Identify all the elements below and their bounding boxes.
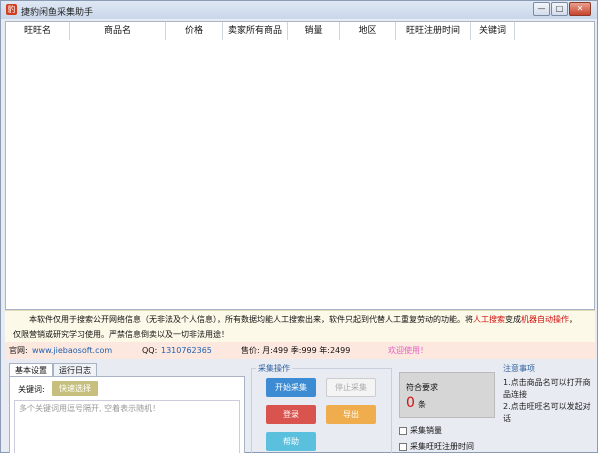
- disclaimer-notice: 本软件仅用于搜索公开网络信息（无非法及个人信息），所有数据均能人工搜索出来，软件…: [5, 310, 595, 342]
- matched-title: 符合要求: [406, 383, 438, 392]
- info-bar: 官网: www.jiebaosoft.com QQ: 1310762365 售价…: [5, 342, 595, 359]
- welcome-text: 欢迎使用！: [388, 346, 428, 355]
- matched-count: 0: [406, 395, 415, 411]
- collect-ops-title: 采集操作: [256, 363, 292, 374]
- col-region[interactable]: 地区: [340, 22, 396, 40]
- qq-label: QQ:: [142, 346, 158, 355]
- settings-tabs: 基本设置 运行日志: [9, 363, 97, 377]
- table-header: 旺旺名 商品名 价格 卖家所有商品 销量 地区 旺旺注册时间 关键词: [6, 22, 515, 40]
- start-collect-button[interactable]: 开始采集: [266, 378, 316, 397]
- collect-register-time-checkbox[interactable]: 采集旺旺注册时间: [399, 441, 474, 452]
- checkbox-icon[interactable]: [399, 426, 407, 435]
- keyword-textarea[interactable]: 多个关键词用逗号隔开, 空着表示随机！: [14, 400, 240, 453]
- collect-sales-checkbox[interactable]: 采集销量: [399, 425, 442, 436]
- price-info: 售价: 月:499 季:999 年:2499: [241, 346, 351, 355]
- col-wangwang-name[interactable]: 旺旺名: [6, 22, 70, 40]
- col-product-name[interactable]: 商品名: [70, 22, 166, 40]
- window-title: 捷豹闲鱼采集助手: [21, 8, 94, 18]
- matched-unit: 条: [418, 400, 426, 409]
- tab-basic-settings[interactable]: 基本设置: [9, 363, 53, 377]
- notice-line-1: 本软件仅用于搜索公开网络信息（无非法及个人信息），所有数据均能人工搜索出来，软件…: [29, 315, 577, 324]
- app-logo-icon: 豹: [6, 4, 17, 15]
- maximize-button[interactable]: □: [551, 2, 568, 16]
- website-link[interactable]: www.jiebaosoft.com: [32, 342, 112, 359]
- stop-collect-button[interactable]: 停止采集: [326, 378, 376, 397]
- basic-settings-panel: 关键词: 快速选择 多个关键词用逗号隔开, 空着表示随机！: [9, 376, 245, 453]
- quick-select-button[interactable]: 快速选择: [52, 381, 98, 396]
- col-seller-products[interactable]: 卖家所有商品: [223, 22, 288, 40]
- notes-title: 注意事项: [503, 364, 535, 373]
- keyword-label: 关键词:: [18, 385, 45, 394]
- website-label: 官网:: [9, 346, 28, 355]
- matched-count-box: 符合要求 0 条: [399, 372, 495, 418]
- qq-number: 1310762365: [161, 346, 212, 355]
- col-register-time[interactable]: 旺旺注册时间: [396, 22, 471, 40]
- collect-ops-group: 采集操作 开始采集 停止采集 登录 导出 帮助: [251, 363, 392, 453]
- help-button[interactable]: 帮助: [266, 432, 316, 451]
- results-table[interactable]: 旺旺名 商品名 价格 卖家所有商品 销量 地区 旺旺注册时间 关键词: [5, 21, 595, 310]
- checkbox-icon[interactable]: [399, 442, 407, 451]
- app-window: 豹 捷豹闲鱼采集助手 — □ ✕ 旺旺名 商品名 价格 卖家所有商品 销量 地区…: [0, 0, 598, 453]
- login-button[interactable]: 登录: [266, 405, 316, 424]
- notes-panel: 注意事项 1.点击商品名可以打开商品连接 2.点击旺旺名可以发起对话: [503, 363, 595, 453]
- title-bar: 豹 捷豹闲鱼采集助手 — □ ✕: [1, 1, 597, 19]
- close-button[interactable]: ✕: [569, 2, 591, 16]
- col-keyword[interactable]: 关键词: [471, 22, 515, 40]
- export-button[interactable]: 导出: [326, 405, 376, 424]
- col-sales[interactable]: 销量: [288, 22, 340, 40]
- tab-run-log[interactable]: 运行日志: [53, 363, 97, 377]
- col-price[interactable]: 价格: [166, 22, 223, 40]
- minimize-button[interactable]: —: [533, 2, 550, 16]
- notes-body: 1.点击商品名可以打开商品连接 2.点击旺旺名可以发起对话: [503, 378, 591, 423]
- notice-line-2: 仅限营销或研究学习使用。严禁信息倒卖以及一切非法用途！: [13, 330, 229, 339]
